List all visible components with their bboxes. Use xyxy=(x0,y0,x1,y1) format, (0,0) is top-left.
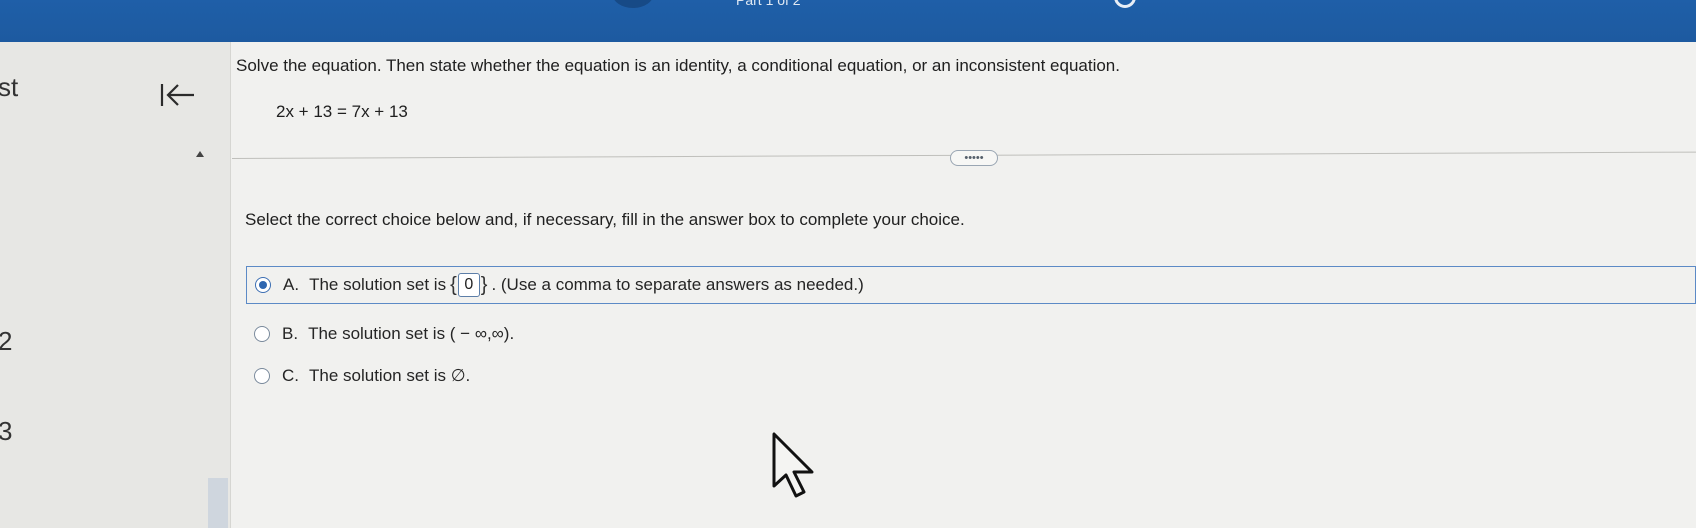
brace-close: } xyxy=(480,273,488,296)
brace-open: { xyxy=(450,273,457,296)
sidebar-item-label-2[interactable]: 2 xyxy=(0,326,12,357)
answer-box: { } xyxy=(450,273,487,297)
radio-choice-b[interactable] xyxy=(254,326,270,342)
mouse-pointer-icon xyxy=(772,432,814,498)
top-header-bar: Part 1 of 2 xyxy=(0,0,1696,42)
choice-c[interactable]: C. The solution set is ∅. xyxy=(254,362,470,390)
header-avatar[interactable] xyxy=(612,0,654,8)
sidebar-item-label-3[interactable]: 3 xyxy=(0,416,12,447)
choice-a-text: The solution set is xyxy=(309,275,447,294)
instruction-text: Select the correct choice below and, if … xyxy=(245,210,965,229)
choice-a[interactable]: A. The solution set is { } . (Use a comm… xyxy=(246,266,1696,304)
choice-b-letter: B. xyxy=(282,324,299,343)
radio-choice-a[interactable] xyxy=(255,277,271,293)
equation-text: 2x + 13 = 7x + 13 xyxy=(276,102,408,121)
choice-b-text: The solution set is ( − ∞,∞). xyxy=(308,324,515,343)
collapse-left-icon[interactable] xyxy=(158,80,198,110)
header-status-icon[interactable] xyxy=(1114,0,1136,8)
choice-a-hint: . (Use a comma to separate answers as ne… xyxy=(491,275,864,294)
question-prompt: Solve the equation. Then state whether t… xyxy=(236,56,1120,75)
sidebar-item-label-1[interactable]: st xyxy=(0,72,18,103)
radio-choice-c[interactable] xyxy=(254,368,270,384)
scrollbar-thumb[interactable] xyxy=(208,478,228,528)
question-list-sidebar: st 2 3 xyxy=(0,42,231,528)
caret-up-icon[interactable] xyxy=(195,150,205,158)
choice-a-letter: A. xyxy=(283,275,300,294)
expand-more-button[interactable]: ••••• xyxy=(950,150,998,166)
choice-c-letter: C. xyxy=(282,366,299,385)
choice-b[interactable]: B. The solution set is ( − ∞,∞). xyxy=(254,320,514,348)
answer-input[interactable] xyxy=(457,273,480,297)
header-caption: Part 1 of 2 xyxy=(736,0,801,8)
choice-c-text: The solution set is ∅. xyxy=(309,366,471,385)
